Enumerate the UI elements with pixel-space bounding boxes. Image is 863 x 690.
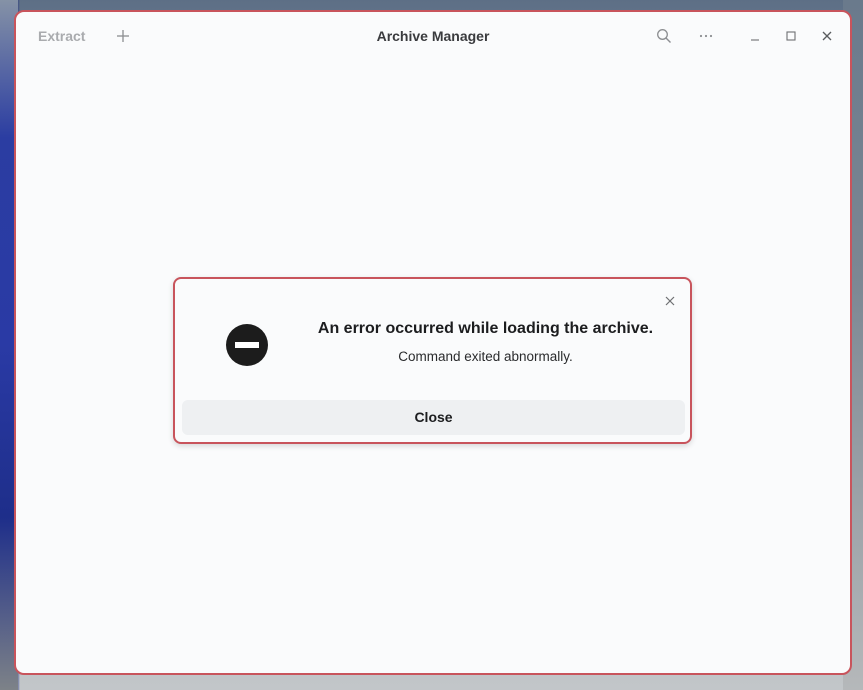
- maximize-icon[interactable]: [783, 28, 799, 44]
- more-horizontal-icon[interactable]: [698, 28, 714, 44]
- plus-icon[interactable]: [116, 28, 130, 42]
- search-icon[interactable]: [656, 28, 672, 44]
- close-icon[interactable]: [819, 28, 835, 44]
- error-dialog: An error occurred while loading the arch…: [173, 277, 692, 444]
- close-button[interactable]: Close: [182, 400, 685, 435]
- dialog-close-icon[interactable]: [664, 292, 676, 306]
- dialog-heading: An error occurred while loading the arch…: [317, 320, 654, 337]
- dialog-message: Command exited abnormally.: [398, 349, 573, 364]
- minimize-icon[interactable]: [747, 28, 763, 44]
- extract-button[interactable]: Extract: [38, 28, 85, 44]
- error-stop-icon: [225, 323, 269, 367]
- window-title: Archive Manager: [376, 28, 490, 44]
- titlebar: Extract Archive Manager: [16, 12, 850, 62]
